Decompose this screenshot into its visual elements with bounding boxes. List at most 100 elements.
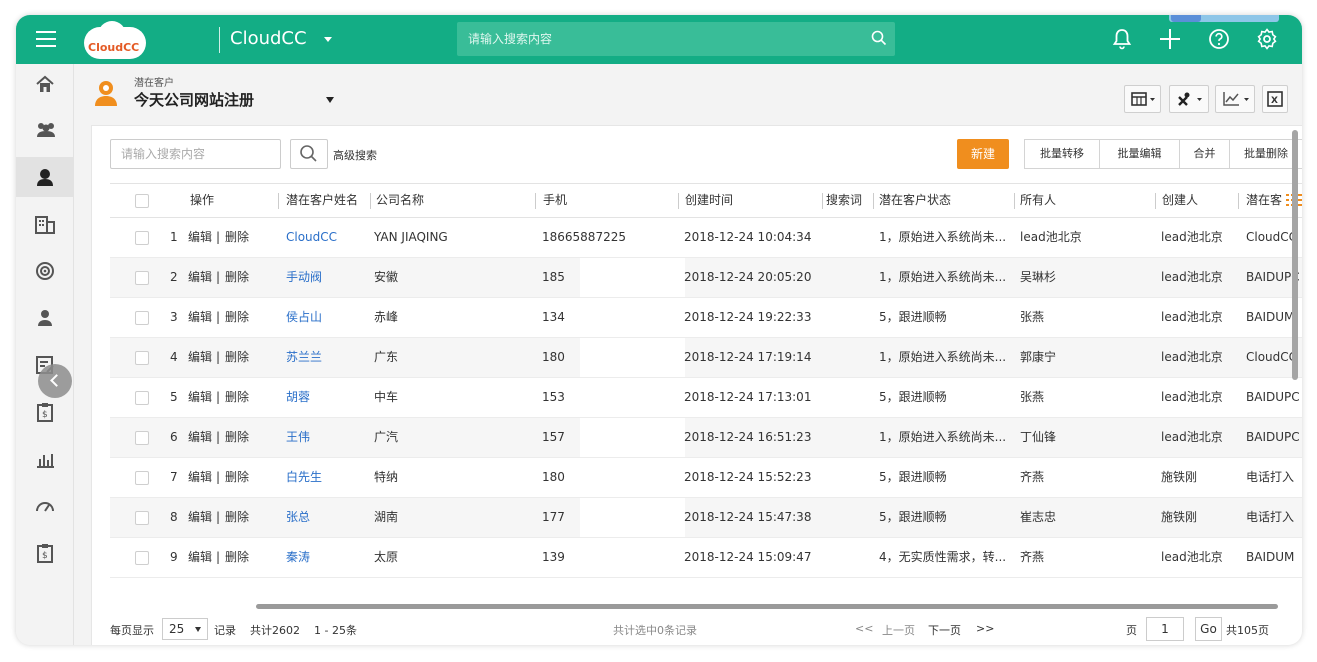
- next-page-link[interactable]: 下一页: [928, 622, 961, 638]
- advanced-search-link[interactable]: 高级搜索: [333, 147, 377, 163]
- row-checkbox[interactable]: [135, 271, 149, 285]
- collapse-sidebar-button[interactable]: [38, 364, 72, 398]
- sidebar-item-dashboard[interactable]: [16, 486, 74, 526]
- go-button[interactable]: Go: [1195, 617, 1222, 641]
- created-time-cell: 2018-12-24 17:13:01: [684, 390, 812, 404]
- plus-icon[interactable]: [1157, 26, 1183, 52]
- prev-page-link[interactable]: 上一页: [882, 622, 915, 638]
- tools-button[interactable]: [1169, 85, 1209, 113]
- table-view-button[interactable]: [1124, 85, 1161, 113]
- row-checkbox[interactable]: [135, 551, 149, 565]
- global-search-input[interactable]: [457, 22, 857, 56]
- col-header-company[interactable]: 公司名称: [376, 184, 424, 217]
- edit-link[interactable]: 编辑: [188, 498, 212, 537]
- horizontal-scrollbar[interactable]: [256, 604, 1278, 609]
- help-icon[interactable]: [1206, 26, 1232, 52]
- row-checkbox[interactable]: [135, 431, 149, 445]
- batch-edit-button[interactable]: 批量编辑: [1100, 139, 1180, 169]
- bell-icon[interactable]: [1109, 26, 1135, 52]
- lead-name-link[interactable]: 胡蓉: [286, 378, 310, 417]
- delete-link[interactable]: 删除: [225, 338, 249, 377]
- edit-link[interactable]: 编辑: [188, 258, 212, 297]
- delete-link[interactable]: 删除: [225, 498, 249, 537]
- delete-link[interactable]: 删除: [225, 298, 249, 337]
- action-separator: |: [216, 390, 221, 404]
- lead-name-link[interactable]: 王伟: [286, 418, 310, 457]
- last-page-link[interactable]: >>: [976, 622, 994, 635]
- edit-link[interactable]: 编辑: [188, 418, 212, 457]
- sidebar-item-group[interactable]: [16, 110, 74, 150]
- sidebar-item-clipboard[interactable]: $: [16, 533, 74, 573]
- global-search[interactable]: [457, 22, 895, 56]
- pagination-footer: 每页显示 25 记录 共计2602 1 - 25条 共计选中0条记录 << 上一…: [92, 610, 1302, 645]
- lead-name-link[interactable]: 白先生: [286, 458, 322, 497]
- list-search-input[interactable]: [111, 140, 280, 168]
- table-header: 操作 潜在客户姓名 公司名称 手机 创建时间 搜索词 潜在客户状态 所有人 创建…: [110, 183, 1302, 218]
- delete-link[interactable]: 删除: [225, 258, 249, 297]
- col-header-source[interactable]: 潜在客: [1246, 184, 1286, 217]
- phone-cell: 153: [542, 390, 565, 404]
- row-checkbox[interactable]: [135, 311, 149, 325]
- sidebar-item-account[interactable]: [16, 204, 74, 244]
- view-dropdown-icon[interactable]: [326, 97, 334, 103]
- redacted-phone-area: [580, 338, 685, 377]
- page-number-input[interactable]: 1: [1146, 617, 1184, 641]
- row-checkbox[interactable]: [135, 351, 149, 365]
- delete-link[interactable]: 删除: [225, 538, 249, 577]
- row-checkbox[interactable]: [135, 391, 149, 405]
- edit-link[interactable]: 编辑: [188, 378, 212, 417]
- lead-name-link[interactable]: 手动阀: [286, 258, 322, 297]
- list-search[interactable]: [110, 139, 281, 169]
- edit-link[interactable]: 编辑: [188, 218, 212, 257]
- col-header-created[interactable]: 创建时间: [685, 184, 733, 217]
- col-header-keyword[interactable]: 搜索词: [826, 184, 862, 217]
- list-search-button[interactable]: [290, 139, 328, 169]
- col-header-name[interactable]: 潜在客户姓名: [286, 184, 358, 217]
- row-checkbox[interactable]: [135, 511, 149, 525]
- search-icon[interactable]: [871, 30, 887, 46]
- vertical-scrollbar[interactable]: [1292, 130, 1298, 380]
- first-page-link[interactable]: <<: [855, 622, 873, 635]
- app-name[interactable]: CloudCC: [230, 28, 307, 49]
- per-page-select[interactable]: 25: [162, 618, 208, 640]
- records-label: 记录: [214, 624, 236, 637]
- row-number: 6: [170, 430, 178, 444]
- menu-icon[interactable]: [36, 31, 56, 47]
- select-all-checkbox[interactable]: [135, 194, 149, 208]
- sidebar-item-lead[interactable]: [16, 157, 74, 197]
- delete-link[interactable]: 删除: [225, 458, 249, 497]
- sidebar-item-doc[interactable]: $: [16, 392, 74, 432]
- col-header-phone[interactable]: 手机: [543, 184, 567, 217]
- gear-icon[interactable]: [1254, 26, 1280, 52]
- row-checkbox[interactable]: [135, 471, 149, 485]
- delete-link[interactable]: 删除: [225, 418, 249, 457]
- lead-name-link[interactable]: 张总: [286, 498, 310, 537]
- row-checkbox[interactable]: [135, 231, 149, 245]
- lead-name-link[interactable]: 秦涛: [286, 538, 310, 577]
- new-button[interactable]: 新建: [957, 139, 1009, 169]
- app-switch-caret-icon[interactable]: [324, 37, 332, 42]
- batch-transfer-button[interactable]: 批量转移: [1024, 139, 1100, 169]
- merge-button[interactable]: 合并: [1180, 139, 1230, 169]
- edit-link[interactable]: 编辑: [188, 538, 212, 577]
- col-header-creator[interactable]: 创建人: [1162, 184, 1198, 217]
- sidebar-item-chart[interactable]: [16, 439, 74, 479]
- delete-link[interactable]: 删除: [225, 218, 249, 257]
- export-button[interactable]: X: [1262, 85, 1288, 113]
- phone-cell: 139: [542, 550, 565, 564]
- sidebar-item-home[interactable]: [16, 64, 74, 104]
- chart-view-button[interactable]: [1215, 85, 1255, 113]
- lead-name-link[interactable]: 苏兰兰: [286, 338, 322, 377]
- sidebar-item-contact[interactable]: [16, 298, 74, 338]
- clipboard-icon: $: [37, 544, 53, 563]
- view-title[interactable]: 今天公司网站注册: [134, 89, 254, 110]
- edit-link[interactable]: 编辑: [188, 298, 212, 337]
- lead-name-link[interactable]: CloudCC: [286, 218, 337, 257]
- lead-name-link[interactable]: 侯占山: [286, 298, 322, 337]
- col-header-status[interactable]: 潜在客户状态: [879, 184, 951, 217]
- edit-link[interactable]: 编辑: [188, 338, 212, 377]
- col-header-owner[interactable]: 所有人: [1020, 184, 1056, 217]
- delete-link[interactable]: 删除: [225, 378, 249, 417]
- sidebar-item-opportunity[interactable]: [16, 251, 74, 291]
- edit-link[interactable]: 编辑: [188, 458, 212, 497]
